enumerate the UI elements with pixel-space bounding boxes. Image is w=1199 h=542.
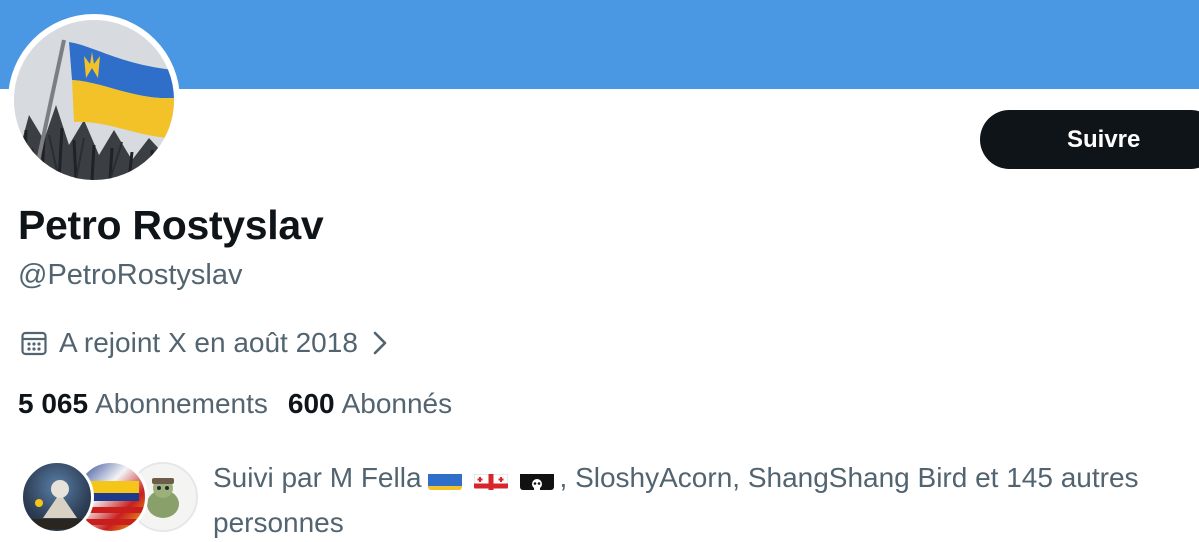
ukraine-flag-photo xyxy=(14,20,174,180)
follower-avatar xyxy=(20,460,94,534)
followers-count: 600 xyxy=(287,388,335,419)
chevron-right-icon xyxy=(373,331,387,355)
profile-banner[interactable] xyxy=(0,0,1199,89)
follower-avatars xyxy=(20,460,200,536)
calendar-icon xyxy=(21,331,47,356)
followed-by-text: Suivi par M Fella, SloshyAcorn, ShangSha… xyxy=(213,455,1193,542)
following-count: 5 065 xyxy=(18,388,89,419)
profile-avatar[interactable] xyxy=(8,14,180,186)
followers-label: Abonnés xyxy=(341,388,453,419)
profile-handle: @PetroRostyslav xyxy=(18,259,243,291)
follow-button[interactable]: Suivre xyxy=(980,110,1199,169)
followers-link[interactable]: 600 Abonnés xyxy=(288,388,452,420)
following-label: Abonnements xyxy=(95,388,268,419)
avatar-photo xyxy=(14,20,174,180)
pirate-flag-icon xyxy=(519,466,554,490)
georgia-flag-icon xyxy=(473,466,508,490)
following-link[interactable]: 5 065 Abonnements xyxy=(18,388,268,420)
follow-stats: 5 065 Abonnements 600 Abonnés xyxy=(18,388,472,420)
followed-by-prefix: Suivi par M Fella xyxy=(213,462,422,493)
join-date-row[interactable]: A rejoint X en août 2018 xyxy=(20,327,388,359)
profile-name: Petro Rostyslav xyxy=(18,202,324,248)
ukraine-flag-icon xyxy=(427,466,462,490)
join-date-text: A rejoint X en août 2018 xyxy=(59,327,358,358)
